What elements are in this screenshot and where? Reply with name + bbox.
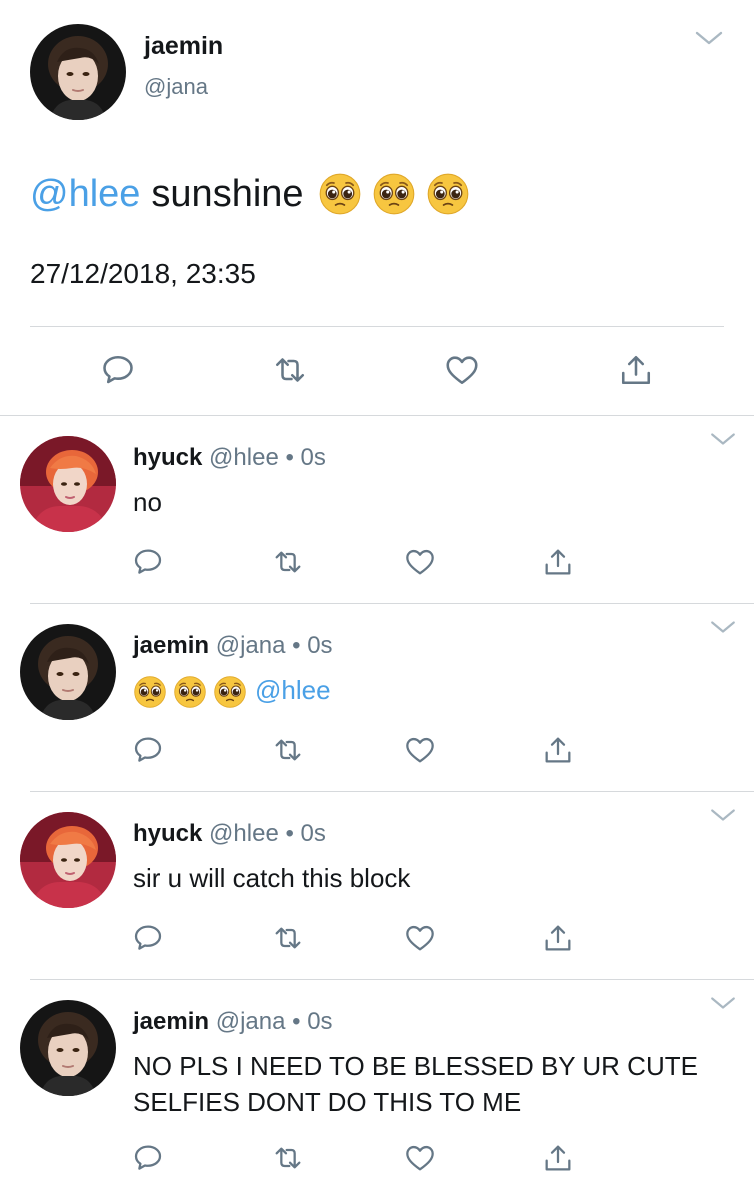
share-icon[interactable] (542, 546, 574, 578)
retweet-icon[interactable] (272, 922, 304, 954)
tweet-text-body: sunshine (151, 172, 304, 215)
separator-dot: • (285, 444, 294, 471)
tweet-text: NO PLS I NEED TO BE BLESSED BY UR CUTE S… (133, 1051, 698, 1117)
reply-tweet[interactable]: jaemin @jana • 0s NO PLS I NEED TO BE BL… (0, 980, 754, 1200)
tweet-text: @hlee (133, 672, 713, 709)
avatar[interactable] (20, 436, 116, 532)
mention-link[interactable]: @hlee (255, 675, 331, 705)
tweet-time: 0s (307, 1008, 333, 1035)
author-handle[interactable]: @jana (144, 74, 208, 100)
chevron-down-icon[interactable] (694, 28, 724, 48)
separator-dot: • (292, 1008, 301, 1035)
tweet-header: hyuck @hlee • 0s (133, 820, 326, 848)
retweet-icon[interactable] (272, 352, 308, 388)
share-icon[interactable] (542, 734, 574, 766)
reply-tweet[interactable]: hyuck @hlee • 0s sir u will catch this b… (0, 792, 754, 980)
avatar[interactable] (20, 1000, 116, 1096)
separator-dot: • (292, 632, 301, 659)
retweet-icon[interactable] (272, 734, 304, 766)
main-tweet: jaemin @jana @hlee sunshine 27/12/2018, … (0, 0, 754, 416)
share-icon[interactable] (542, 1142, 574, 1174)
share-icon[interactable] (618, 352, 654, 388)
avatar[interactable] (30, 24, 126, 120)
like-icon[interactable] (404, 546, 436, 578)
avatar[interactable] (20, 624, 116, 720)
tweet-text: @hlee sunshine (30, 172, 470, 216)
tweet-header: jaemin @jana • 0s (133, 632, 333, 660)
reply-icon[interactable] (132, 922, 164, 954)
tweet-time: 0s (307, 632, 333, 659)
tweet-header: jaemin @jana • 0s (133, 1008, 333, 1036)
tweet-text: no (133, 487, 162, 517)
separator-dot: • (285, 820, 294, 847)
mention-link[interactable]: @hlee (30, 173, 140, 216)
chevron-down-icon[interactable] (708, 994, 738, 1012)
reply-icon[interactable] (100, 352, 136, 388)
avatar[interactable] (20, 812, 116, 908)
tweet-time: 0s (300, 820, 326, 847)
tweet-timestamp[interactable]: 27/12/2018, 23:35 (30, 258, 256, 290)
reply-icon[interactable] (132, 1142, 164, 1174)
like-icon[interactable] (444, 352, 480, 388)
author-name[interactable]: hyuck (133, 444, 202, 471)
author-handle: @hlee (209, 820, 279, 847)
tweet-text: sir u will catch this block (133, 863, 411, 893)
pleading-face-emoji-icon (426, 172, 470, 216)
author-name[interactable]: jaemin (144, 32, 223, 61)
chevron-down-icon[interactable] (708, 430, 738, 448)
chevron-down-icon[interactable] (708, 806, 738, 824)
tweet-header: hyuck @hlee • 0s (133, 444, 326, 472)
reply-icon[interactable] (132, 546, 164, 578)
like-icon[interactable] (404, 922, 436, 954)
reply-icon[interactable] (132, 734, 164, 766)
like-icon[interactable] (404, 734, 436, 766)
reply-tweet[interactable]: hyuck @hlee • 0s no (0, 416, 754, 604)
chevron-down-icon[interactable] (708, 618, 738, 636)
pleading-face-emoji-icon (318, 172, 362, 216)
author-handle: @jana (215, 632, 286, 659)
pleading-face-emoji-icon (173, 675, 207, 709)
author-handle: @jana (215, 1008, 286, 1035)
reply-tweet[interactable]: jaemin @jana • 0s @hlee (0, 604, 754, 792)
retweet-icon[interactable] (272, 546, 304, 578)
author-name[interactable]: hyuck (133, 820, 202, 847)
pleading-face-emoji-icon (372, 172, 416, 216)
like-icon[interactable] (404, 1142, 436, 1174)
pleading-face-emoji-icon (133, 675, 167, 709)
retweet-icon[interactable] (272, 1142, 304, 1174)
divider (30, 326, 724, 327)
author-name[interactable]: jaemin (133, 632, 209, 659)
author-handle: @hlee (209, 444, 279, 471)
author-name[interactable]: jaemin (133, 1008, 209, 1035)
tweet-time: 0s (300, 444, 326, 471)
share-icon[interactable] (542, 922, 574, 954)
pleading-face-emoji-icon (213, 675, 247, 709)
